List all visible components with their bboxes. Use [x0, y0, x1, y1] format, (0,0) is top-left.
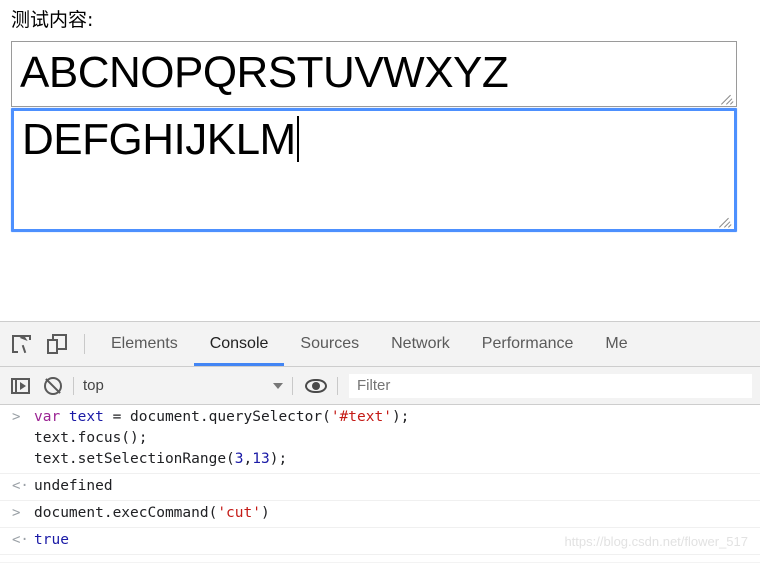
console-toolbar-divider — [73, 376, 74, 395]
return-arrow-icon: <· — [12, 478, 29, 494]
tab-performance[interactable]: Performance — [466, 322, 590, 366]
tab-elements[interactable]: Elements — [95, 322, 194, 366]
devtools-tabbar: Elements Console Sources Network Perform… — [0, 322, 760, 367]
code-token: text — [68, 409, 113, 425]
filter-input[interactable] — [349, 373, 752, 398]
console-input-message[interactable]: > var text = document.querySelector('#tex… — [0, 405, 760, 474]
prompt-arrow-icon: > — [12, 505, 21, 521]
prompt-arrow-icon: > — [12, 409, 21, 425]
console-input-message[interactable]: > document.execCommand('cut') — [0, 501, 760, 528]
tab-console[interactable]: Console — [194, 322, 285, 366]
tab-network[interactable]: Network — [375, 322, 466, 366]
code-token: 3 — [234, 451, 244, 467]
code-token: true — [34, 532, 69, 548]
code-token: document.execCommand( — [34, 505, 218, 521]
textarea-two[interactable]: DEFGHIJKLM — [11, 108, 737, 232]
console-line: true — [34, 530, 760, 551]
live-expression-eye-icon[interactable] — [304, 375, 328, 397]
code-token: ); — [391, 409, 410, 425]
tab-sources[interactable]: Sources — [284, 322, 375, 366]
browser-page-viewport: 测试内容: ABCNOPQRSTUVWXYZ DEFGHIJKLM — [0, 0, 760, 321]
console-toolbar-divider — [337, 376, 338, 395]
execution-context-select[interactable]: top — [83, 374, 283, 398]
inspect-element-icon[interactable] — [9, 331, 35, 357]
console-message-list[interactable]: > var text = document.querySelector('#tex… — [0, 405, 760, 562]
devtools-panel: Elements Console Sources Network Perform… — [0, 321, 760, 563]
page-title: 测试内容: — [11, 9, 94, 31]
textarea-two-text: DEFGHIJKLM — [22, 115, 296, 164]
code-token: 'cut' — [217, 505, 261, 521]
code-token: var — [34, 409, 69, 425]
code-token: text.focus(); — [34, 430, 148, 446]
toolbar-divider — [84, 334, 85, 354]
textarea-two-value: DEFGHIJKLM — [22, 113, 299, 167]
code-token: text.setSelectionRange( — [34, 451, 235, 467]
textarea-one[interactable]: ABCNOPQRSTUVWXYZ — [11, 41, 737, 107]
console-toolbar: top — [0, 367, 760, 405]
code-token: ) — [260, 505, 270, 521]
code-token: , — [243, 451, 253, 467]
console-output-message[interactable]: <· true — [0, 528, 760, 555]
return-arrow-icon: <· — [12, 532, 29, 548]
textarea-one-value: ABCNOPQRSTUVWXYZ — [20, 48, 509, 97]
clear-console-icon[interactable] — [42, 375, 64, 397]
code-token: '#text' — [330, 409, 392, 425]
execution-context-value: top — [83, 377, 104, 394]
code-token: 13 — [252, 451, 270, 467]
console-line: var text = document.querySelector('#text… — [34, 407, 760, 428]
chevron-down-icon — [273, 382, 283, 389]
device-toolbar-icon[interactable] — [44, 331, 70, 357]
sidebar-toggle-icon[interactable] — [10, 375, 32, 397]
console-output-message[interactable]: <· undefined — [0, 474, 760, 501]
resize-grip-icon[interactable] — [721, 91, 734, 105]
console-line: text.setSelectionRange(3,13); — [34, 449, 760, 470]
code-token: ); — [269, 451, 288, 467]
code-token: undefined — [34, 478, 113, 494]
console-line: text.focus(); — [34, 428, 760, 449]
text-caret — [296, 116, 299, 162]
tab-memory[interactable]: Me — [589, 322, 643, 366]
console-line: document.execCommand('cut') — [34, 503, 760, 524]
console-toolbar-divider — [292, 376, 293, 395]
resize-grip-icon[interactable] — [719, 214, 732, 228]
console-line: undefined — [34, 476, 760, 497]
code-token: = document.querySelector( — [112, 409, 331, 425]
